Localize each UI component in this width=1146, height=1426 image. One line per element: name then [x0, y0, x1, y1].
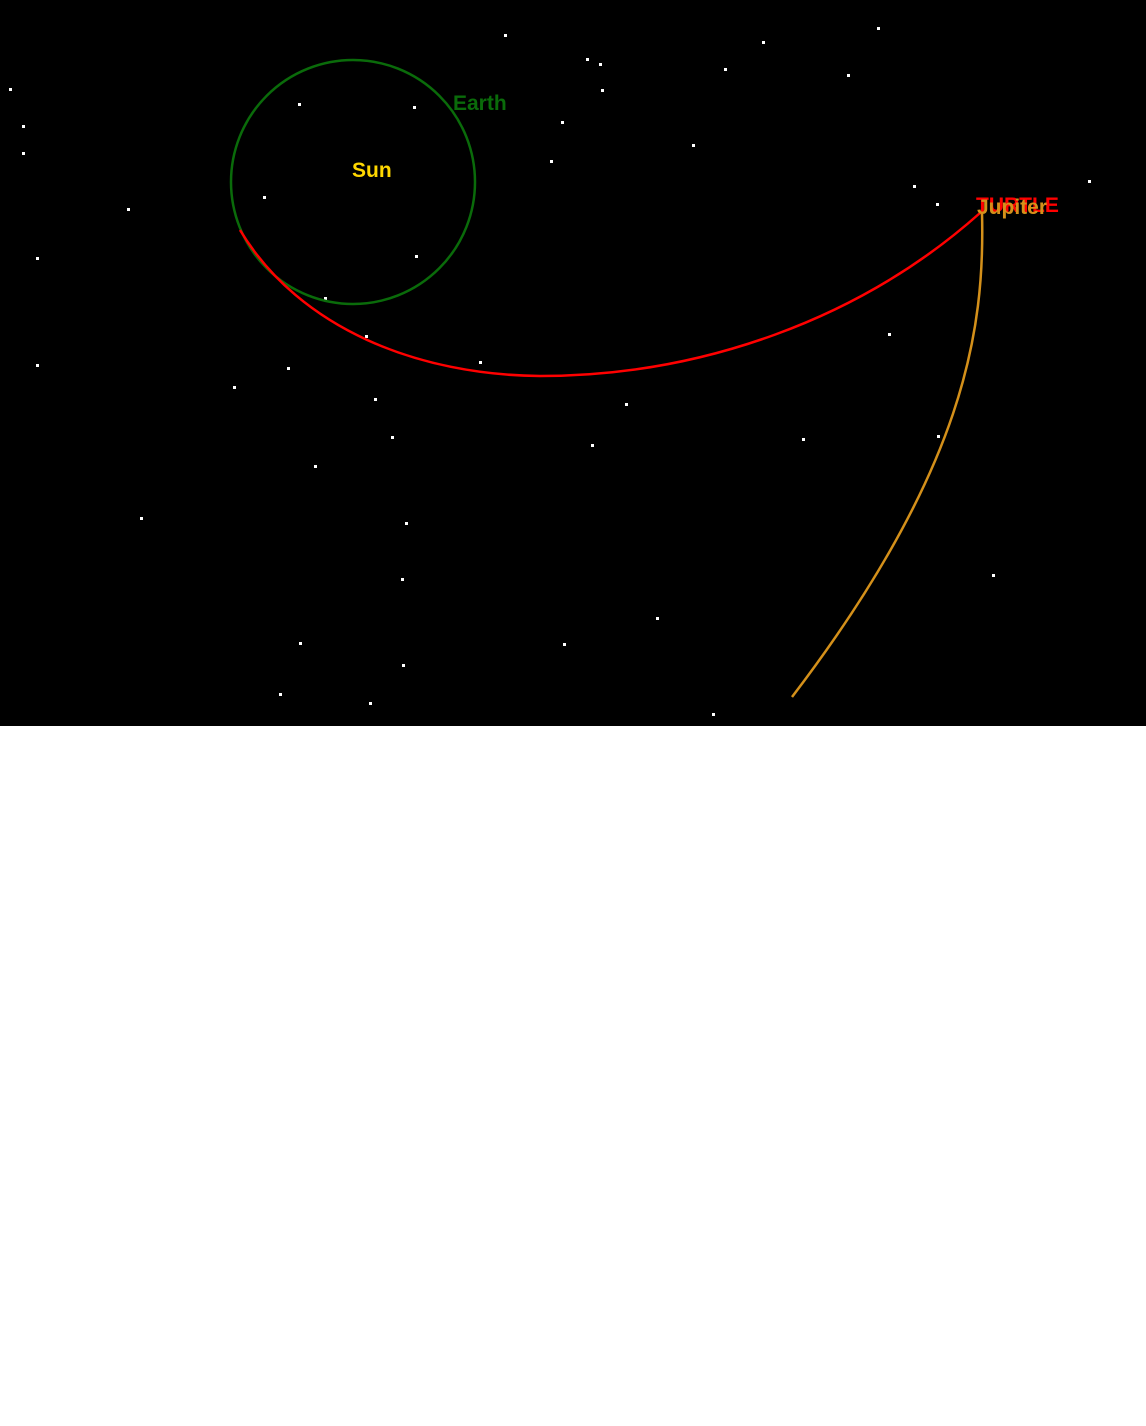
jupiter-label: Jupiter [977, 196, 1048, 219]
star [656, 617, 659, 620]
star [692, 144, 695, 147]
star [405, 522, 408, 525]
star [802, 438, 805, 441]
star [550, 160, 553, 163]
star [625, 403, 628, 406]
star [504, 34, 507, 37]
empty-area [0, 726, 1146, 1426]
star [992, 574, 995, 577]
star [913, 185, 916, 188]
star [9, 88, 12, 91]
star-field [9, 27, 1091, 716]
star [140, 517, 143, 520]
star [413, 106, 416, 109]
star [586, 58, 589, 61]
sun-label: Sun [352, 159, 392, 182]
star [298, 103, 301, 106]
space-canvas [9, 27, 1091, 716]
star [591, 444, 594, 447]
star [888, 333, 891, 336]
star [561, 121, 564, 124]
star [1088, 180, 1091, 183]
star [937, 435, 940, 438]
star [365, 335, 368, 338]
star [314, 465, 317, 468]
star [601, 89, 604, 92]
star [563, 643, 566, 646]
star [36, 364, 39, 367]
star [287, 367, 290, 370]
star [22, 125, 25, 128]
star [415, 255, 418, 258]
star [127, 208, 130, 211]
turtle-trajectory [238, 212, 981, 378]
star [712, 713, 715, 716]
star [762, 41, 765, 44]
simulation-viewport: Sun Earth TURTLE Jupiter [0, 0, 1146, 726]
star [936, 203, 939, 206]
jupiter-orbit [791, 212, 984, 698]
star [479, 361, 482, 364]
star [391, 436, 394, 439]
star [402, 664, 405, 667]
star [877, 27, 880, 30]
star [401, 578, 404, 581]
star [36, 257, 39, 260]
star [599, 63, 602, 66]
star [263, 196, 266, 199]
star [299, 642, 302, 645]
star [374, 398, 377, 401]
star [22, 152, 25, 155]
star [369, 702, 372, 705]
star [724, 68, 727, 71]
star [279, 693, 282, 696]
earth-label: Earth [453, 92, 507, 115]
star [233, 386, 236, 389]
star [847, 74, 850, 77]
